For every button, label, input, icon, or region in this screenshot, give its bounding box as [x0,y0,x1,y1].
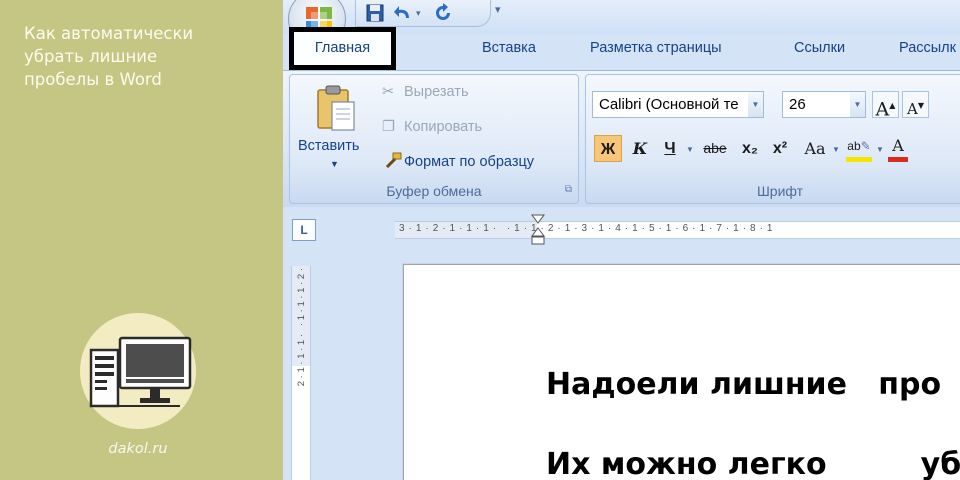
article-title-line: пробелы в Word [24,70,162,89]
promo-panel: Как автоматически убрать лишние пробелы … [0,0,283,480]
change-case-dropdown-icon[interactable]: ▼ [832,145,840,154]
font-name-dropdown-icon[interactable]: ▼ [748,92,763,117]
save-icon[interactable] [365,2,385,24]
font-size-combo[interactable]: 26 ▼ [782,91,866,118]
clipboard-group: Вставить ▼ ✂ Вырезать ❐ Копировать Формат … [289,74,579,204]
cut-label: Вырезать [404,84,469,100]
format-painter-icon [385,152,402,168]
highlighter-pen-icon: ✎ [860,139,871,153]
vertical-ruler-scale: 2 · 1 · 1 · 1 · · 1 · 1 · 1 · 2 · [296,268,307,387]
scissors-icon: ✂ [382,84,395,100]
format-painter-label: Формат по образцу [404,154,535,170]
ruler-scale: 3 · 1 · 2 · 1 · 1 · 1 · · 1 · 1 · 2 · 1 … [399,223,774,234]
ribbon: Вставить ▼ ✂ Вырезать ❐ Копировать Формат … [283,70,960,207]
tab-selector-button[interactable]: L [292,219,316,241]
font-size-dropdown-icon[interactable]: ▼ [850,92,865,117]
font-group-label: Шрифт [756,183,804,199]
redo-icon[interactable] [432,2,454,24]
article-title: Как автоматически убрать лишние пробелы … [24,22,254,91]
tab-insert[interactable]: Вставка [482,40,536,56]
tab-home[interactable]: Главная [289,27,396,70]
underline-button[interactable]: Ч [658,135,682,162]
customize-toolbar-icon[interactable]: ▾ [495,3,501,16]
clipboard-dialog-launcher-icon[interactable]: ⧉ [565,184,572,195]
underline-dropdown-icon[interactable]: ▼ [686,145,694,154]
highlight-dropdown-icon[interactable]: ▼ [876,145,884,154]
quick-access-toolbar: ▾ [355,0,491,27]
ruler-area: L 3 · 1 · 2 · 1 · 1 · 1 · · 1 · 1 · 2 · … [283,207,960,247]
paste-icon[interactable] [314,84,358,132]
grow-font-button[interactable]: A▲ [872,91,899,121]
computer-icon [89,336,192,408]
highlight-label: ab [847,139,861,153]
font-size-value: 26 [789,96,806,113]
highlight-button[interactable]: ab✎ [846,135,872,162]
undo-icon[interactable] [392,2,414,24]
copy-icon: ❐ [382,119,395,135]
superscript-button[interactable]: x² [768,135,792,162]
document-line: Надоели лишние про [546,367,942,402]
vertical-ruler[interactable]: 2 · 1 · 1 · 1 · · 1 · 1 · 1 · 2 · [291,266,311,480]
italic-button[interactable]: К [628,135,652,162]
cut-button[interactable]: ✂ Вырезать [382,84,469,100]
strikethrough-button[interactable]: abe [698,135,732,162]
word-window: ▾ ▾ Вставка Разметка страницы Ссылки Рас… [283,0,960,480]
tab-mailings[interactable]: Рассылк [899,40,956,56]
copy-button[interactable]: ❐ Копировать [382,119,482,135]
bold-button[interactable]: Ж [594,135,622,162]
article-title-line: Как автоматически [24,24,194,43]
font-name-combo[interactable]: Calibri (Основной те ▼ [592,91,764,118]
paste-dropdown-icon[interactable]: ▼ [330,159,339,169]
tab-references[interactable]: Ссылки [794,40,845,56]
document-line: Их можно легко уб [546,447,960,480]
ribbon-tabs: Вставка Разметка страницы Ссылки Рассылк [351,32,960,70]
undo-dropdown-icon[interactable]: ▾ [416,2,421,24]
site-logo [80,313,196,429]
font-color-button[interactable]: A [888,135,908,162]
shrink-font-label: A [907,100,918,118]
copy-label: Копировать [404,119,483,135]
subscript-button[interactable]: x₂ [738,135,762,162]
font-name-value: Calibri (Основной те [599,96,739,113]
shrink-font-button[interactable]: A▼ [902,91,929,118]
paste-button[interactable]: Вставить [298,138,359,154]
horizontal-ruler[interactable]: 3 · 1 · 2 · 1 · 1 · 1 · · 1 · 1 · 2 · 1 … [395,214,960,245]
document-page[interactable]: Надоели лишние про Их можно легко уб [403,264,960,480]
indent-marker-icon[interactable] [530,214,546,248]
change-case-button[interactable]: Aa [800,135,830,162]
tab-page-layout[interactable]: Разметка страницы [590,40,722,56]
site-name: dakol.ru [108,441,168,457]
article-title-line: убрать лишние [24,47,158,66]
font-group: Calibri (Основной те ▼ 26 ▼ A▲ A▼ Ж К Ч … [585,74,960,204]
format-painter-button[interactable]: Формат по образцу [382,152,534,170]
grow-font-label: A [875,98,890,121]
clipboard-group-label: Буфер обмена [386,183,482,199]
